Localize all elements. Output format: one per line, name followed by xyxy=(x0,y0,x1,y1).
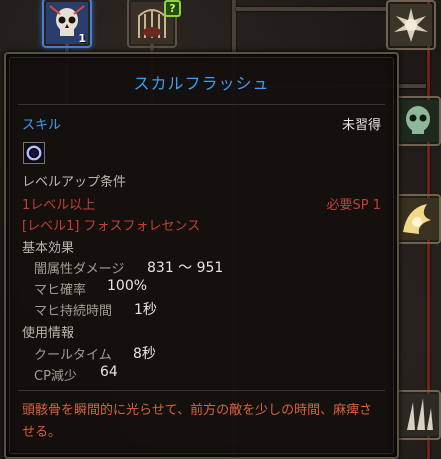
effect-label: マヒ持続時間 xyxy=(34,304,113,319)
green-skull-icon xyxy=(397,100,439,142)
effect-value: 831 ～ 951 xyxy=(147,260,224,276)
skill-tooltip: スカルフラッシュ スキル 未習得 レベルアップ条件 1レベル以上 必要SP 1 … xyxy=(4,52,399,459)
green-skull-skill-icon[interactable] xyxy=(395,96,441,146)
required-level: 1レベル以上 xyxy=(22,198,96,213)
required-sp: 必要SP 1 xyxy=(326,198,382,213)
basic-effect-heading: 基本効果 xyxy=(22,241,75,256)
skill-name: スカルフラッシュ xyxy=(133,74,270,93)
skull-burst-skill-icon[interactable] xyxy=(386,0,436,50)
effect-value: 100% xyxy=(107,278,148,294)
bone-spikes-icon xyxy=(397,394,439,436)
bone-spikes-skill-icon[interactable] xyxy=(395,390,441,440)
description-divider xyxy=(18,390,385,391)
effect-value: 1秒 xyxy=(134,302,157,318)
learn-status: 未習得 xyxy=(341,118,381,133)
effect-label: 闇属性ダメージ xyxy=(34,262,125,277)
prerequisite-skill: [レベル1] フォスフォレセンス xyxy=(22,219,201,234)
levelup-heading: レベルアップ条件 xyxy=(22,175,127,190)
usage-label: CP減少 xyxy=(34,369,77,384)
title-divider xyxy=(18,104,385,105)
skill-description: 頭骸骨を瞬間的に光らせて、前方の敵を少しの時間、麻痺させる。 xyxy=(22,403,373,440)
spirit-wing-icon xyxy=(397,198,439,240)
spirit-wing-skill-icon[interactable] xyxy=(395,194,441,244)
usage-label: クールタイム xyxy=(34,348,112,363)
usage-value: 8秒 xyxy=(133,346,156,362)
skull-flash-skill-icon[interactable]: 1 xyxy=(42,0,92,48)
usage-value: 64 xyxy=(100,364,118,380)
effect-label: マヒ確率 xyxy=(34,283,87,298)
skill-type-label: スキル xyxy=(22,118,62,133)
skull-burst-icon xyxy=(390,4,432,46)
dark-orb-icon xyxy=(23,142,45,164)
question-badge: ? xyxy=(164,0,181,17)
usage-info-heading: 使用情報 xyxy=(22,326,75,341)
tree-connector xyxy=(236,7,386,11)
skill-level-value: 1 xyxy=(78,32,86,45)
